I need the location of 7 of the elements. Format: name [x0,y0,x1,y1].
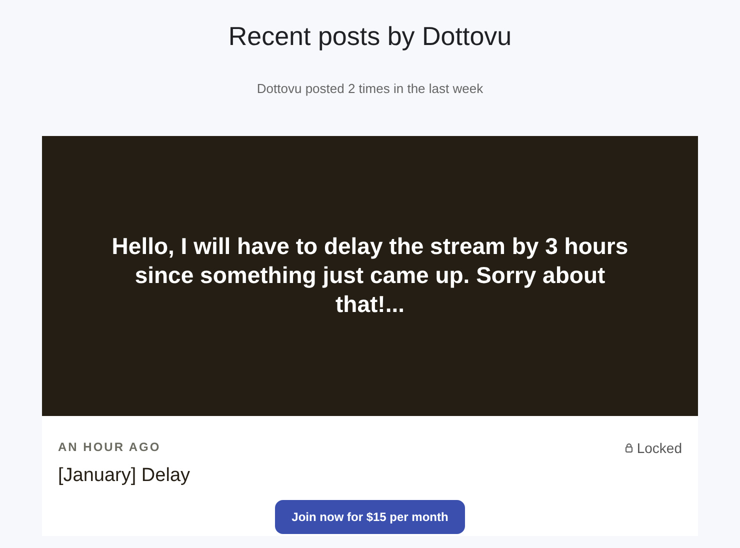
page-subtitle: Dottovu posted 2 times in the last week [256,80,484,98]
post-time: AN HOUR AGO [58,438,162,456]
lock-status: Locked [636,438,682,458]
page-title: Recent posts by Dottovu [228,20,512,52]
post-title: [January] Delay [58,464,190,488]
join-button[interactable]: Join now for $15 per month [274,500,466,534]
post-preview: Hello, I will have to delay the stream by 3 hours since something just came up. Sorry about that!... [110,232,630,319]
